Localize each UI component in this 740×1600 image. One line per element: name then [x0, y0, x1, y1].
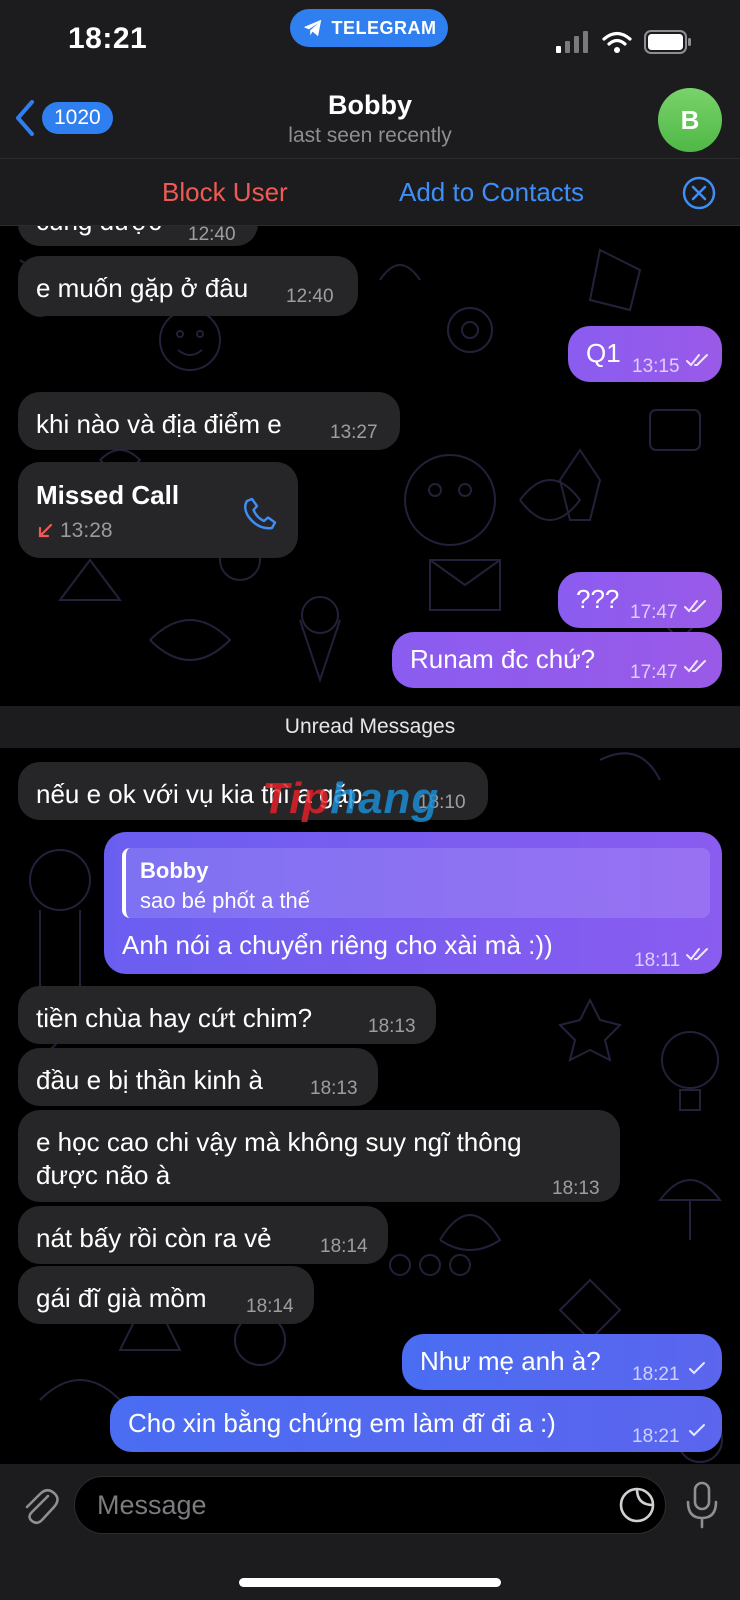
message-bubble-incoming[interactable]: e học cao chi vậy mà không suy ngĩ thông…	[18, 1110, 620, 1202]
message-bubble-incoming[interactable]: gái đĩ già mồm 18:14	[18, 1266, 314, 1324]
missed-call-bubble[interactable]: Missed Call 13:28	[18, 462, 298, 558]
microphone-icon[interactable]	[684, 1480, 720, 1530]
message-time: 13:28	[60, 519, 113, 542]
message-input[interactable]	[74, 1476, 666, 1534]
message-time: 18:21	[632, 1426, 680, 1447]
single-check-icon	[689, 1424, 705, 1437]
message-time: 12:40	[286, 286, 334, 307]
message-time: 18:21	[632, 1364, 680, 1385]
message-bubble-incoming[interactable]: khi nào và địa điểm e 13:27	[18, 392, 400, 450]
message-text: nát bấy rồi còn ra vẻ	[36, 1223, 272, 1253]
message-time: 18:14	[320, 1236, 368, 1257]
message-time: 18:11	[634, 950, 681, 971]
message-time: 17:47	[630, 662, 678, 683]
telegram-pill-label: TELEGRAM	[331, 17, 437, 38]
message-time: 13:15	[632, 356, 680, 377]
message-text: Runam đc chứ?	[410, 644, 596, 674]
close-circle-icon[interactable]	[682, 176, 716, 210]
watermark-part2: hang	[330, 774, 440, 823]
last-seen-status: last seen recently	[288, 124, 452, 147]
block-user-button[interactable]: Block User	[162, 177, 288, 208]
message-text-line1: e học cao chi vậy mà không suy ngĩ thông	[36, 1127, 522, 1157]
message-bubble-outgoing[interactable]: ??? 17:47	[558, 572, 722, 628]
message-bubble-outgoing[interactable]: Như mẹ anh à? 18:21	[402, 1334, 722, 1390]
message-bubble-incoming[interactable]: đầu e bị thần kinh à 18:13	[18, 1048, 378, 1106]
return-to-telegram-pill[interactable]: TELEGRAM	[290, 9, 448, 47]
home-indicator[interactable]	[239, 1578, 501, 1587]
message-text: e muốn gặp ở đâu	[36, 273, 249, 303]
telegram-icon	[303, 19, 321, 37]
message-bubble-incoming[interactable]: tiền chùa hay cứt chim? 18:13	[18, 986, 436, 1044]
message-time: 18:13	[310, 1078, 358, 1099]
message-text: Như mẹ anh à?	[420, 1346, 601, 1376]
single-check-icon	[689, 1362, 705, 1375]
message-text: khi nào và địa điểm e	[36, 409, 282, 439]
watermark-logo: Tiphang	[262, 774, 439, 824]
message-text: Anh nói a chuyển riêng cho xài mà :))	[122, 930, 553, 960]
quoted-reply[interactable]: Bobby sao bé phốt a thế	[122, 848, 710, 918]
message-text-line2: được não à	[36, 1160, 171, 1190]
reply-message-bubble-outgoing[interactable]: Bobby sao bé phốt a thế Anh nói a chuyển…	[104, 832, 722, 974]
double-check-icon	[684, 660, 706, 673]
message-bubble-incoming[interactable]: e muốn gặp ở đâu 12:40	[18, 256, 358, 316]
missed-call-time-row: 13:28	[36, 514, 113, 548]
double-check-icon	[686, 948, 708, 961]
wifi-icon	[602, 31, 632, 53]
reply-author: Bobby	[140, 858, 209, 883]
avatar[interactable]: B	[658, 88, 722, 152]
chat-title[interactable]: Bobby	[0, 90, 740, 121]
paperclip-icon[interactable]	[18, 1484, 60, 1530]
message-time: 18:13	[368, 1016, 416, 1037]
message-time: 18:14	[246, 1296, 294, 1317]
message-bubble-outgoing[interactable]: Q1 13:15	[568, 326, 722, 382]
message-text: Cho xin bằng chứng em làm đĩ đi a :)	[128, 1408, 556, 1438]
message-text: Q1	[586, 338, 621, 368]
status-icons	[556, 30, 692, 54]
message-text: ???	[576, 584, 620, 614]
sticker-icon[interactable]	[618, 1486, 656, 1524]
message-time: 13:27	[330, 422, 378, 443]
double-check-icon	[684, 600, 706, 613]
reply-text: sao bé phốt a thế	[140, 888, 311, 913]
watermark-part1: Tip	[262, 774, 331, 823]
message-text: đầu e bị thần kinh à	[36, 1065, 263, 1095]
message-bubble-incoming[interactable]: nát bấy rồi còn ra vẻ 18:14	[18, 1206, 388, 1264]
message-time: 17:47	[630, 602, 678, 623]
missed-call-title: Missed Call	[36, 480, 180, 510]
contact-action-banner: Block User Add to Contacts	[0, 158, 740, 226]
missed-call-arrow-icon	[38, 523, 53, 538]
message-bubble-outgoing[interactable]: Cho xin bằng chứng em làm đĩ đi a :) 18:…	[110, 1396, 722, 1452]
message-time: 18:13	[552, 1178, 600, 1199]
message-text: gái đĩ già mồm	[36, 1283, 207, 1313]
phone-icon[interactable]	[240, 494, 280, 534]
battery-icon	[644, 30, 691, 54]
status-time: 18:21	[68, 22, 148, 55]
message-text: tiền chùa hay cứt chim?	[36, 1003, 313, 1033]
signal-icon	[556, 31, 588, 53]
status-bar: 18:21 TELEGRAM	[0, 0, 740, 82]
message-bubble-outgoing[interactable]: Runam đc chứ? 17:47	[392, 632, 722, 688]
unread-messages-divider: Unread Messages	[0, 706, 740, 748]
chat-header: 1020 Bobby last seen recently B	[0, 82, 740, 158]
add-to-contacts-button[interactable]: Add to Contacts	[399, 177, 584, 208]
double-check-icon	[686, 354, 708, 367]
